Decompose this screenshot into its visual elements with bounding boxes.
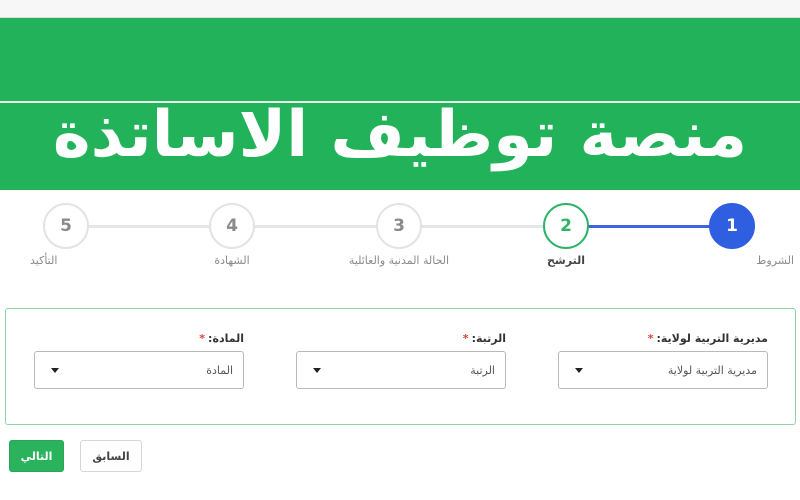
subject-select[interactable]: المادة (34, 351, 244, 389)
next-button[interactable]: التالي (9, 440, 64, 472)
caret-down-icon (575, 368, 583, 373)
step-3-label: الحالة المدنية والعائلية (348, 254, 450, 267)
step-connector-4-5 (66, 225, 232, 228)
directorate-select[interactable]: مديرية التربية لولاية (558, 351, 768, 389)
rank-field: الرتبة:* الرتبة (296, 331, 506, 389)
directorate-label: مديرية التربية لولاية:* (647, 332, 768, 345)
caret-down-icon (313, 368, 321, 373)
rank-select[interactable]: الرتبة (296, 351, 506, 389)
directorate-select-value: مديرية التربية لولاية (667, 364, 757, 377)
step-5-label: التأكيد (30, 254, 58, 267)
required-marker: * (647, 332, 654, 345)
step-connector-3-4 (232, 225, 399, 228)
caret-down-icon (51, 368, 59, 373)
banner-title: منصة توظيف الاساتذة (52, 98, 748, 172)
previous-button[interactable]: السابق (80, 440, 142, 472)
step-connector-2-3 (399, 225, 566, 228)
step-4-label: الشهادة (214, 254, 250, 267)
directorate-field: مديرية التربية لولاية:* مديرية التربية ل… (558, 331, 768, 389)
top-strip (0, 0, 800, 18)
step-5-circle[interactable]: 5 (43, 203, 89, 249)
subject-select-value: المادة (206, 364, 233, 377)
rank-select-value: الرتبة (470, 364, 495, 377)
step-4-circle[interactable]: 4 (209, 203, 255, 249)
step-3-circle[interactable]: 3 (376, 203, 422, 249)
step-2-circle[interactable]: 2 (543, 203, 589, 249)
step-connector-1-2 (566, 225, 732, 228)
subject-label: المادة:* (199, 332, 244, 345)
application-form-panel: مديرية التربية لولاية:* مديرية التربية ل… (5, 308, 796, 425)
rank-label: الرتبة:* (462, 332, 506, 345)
subject-field: المادة:* المادة (34, 331, 244, 389)
stepper: 1 الشروط 2 الترشح 3 الحالة المدنية والعا… (0, 190, 800, 285)
step-2-label: الترشح (547, 254, 585, 267)
step-1-label: الشروط (756, 254, 794, 267)
step-1-circle[interactable]: 1 (709, 203, 755, 249)
required-marker: * (462, 332, 469, 345)
required-marker: * (199, 332, 206, 345)
